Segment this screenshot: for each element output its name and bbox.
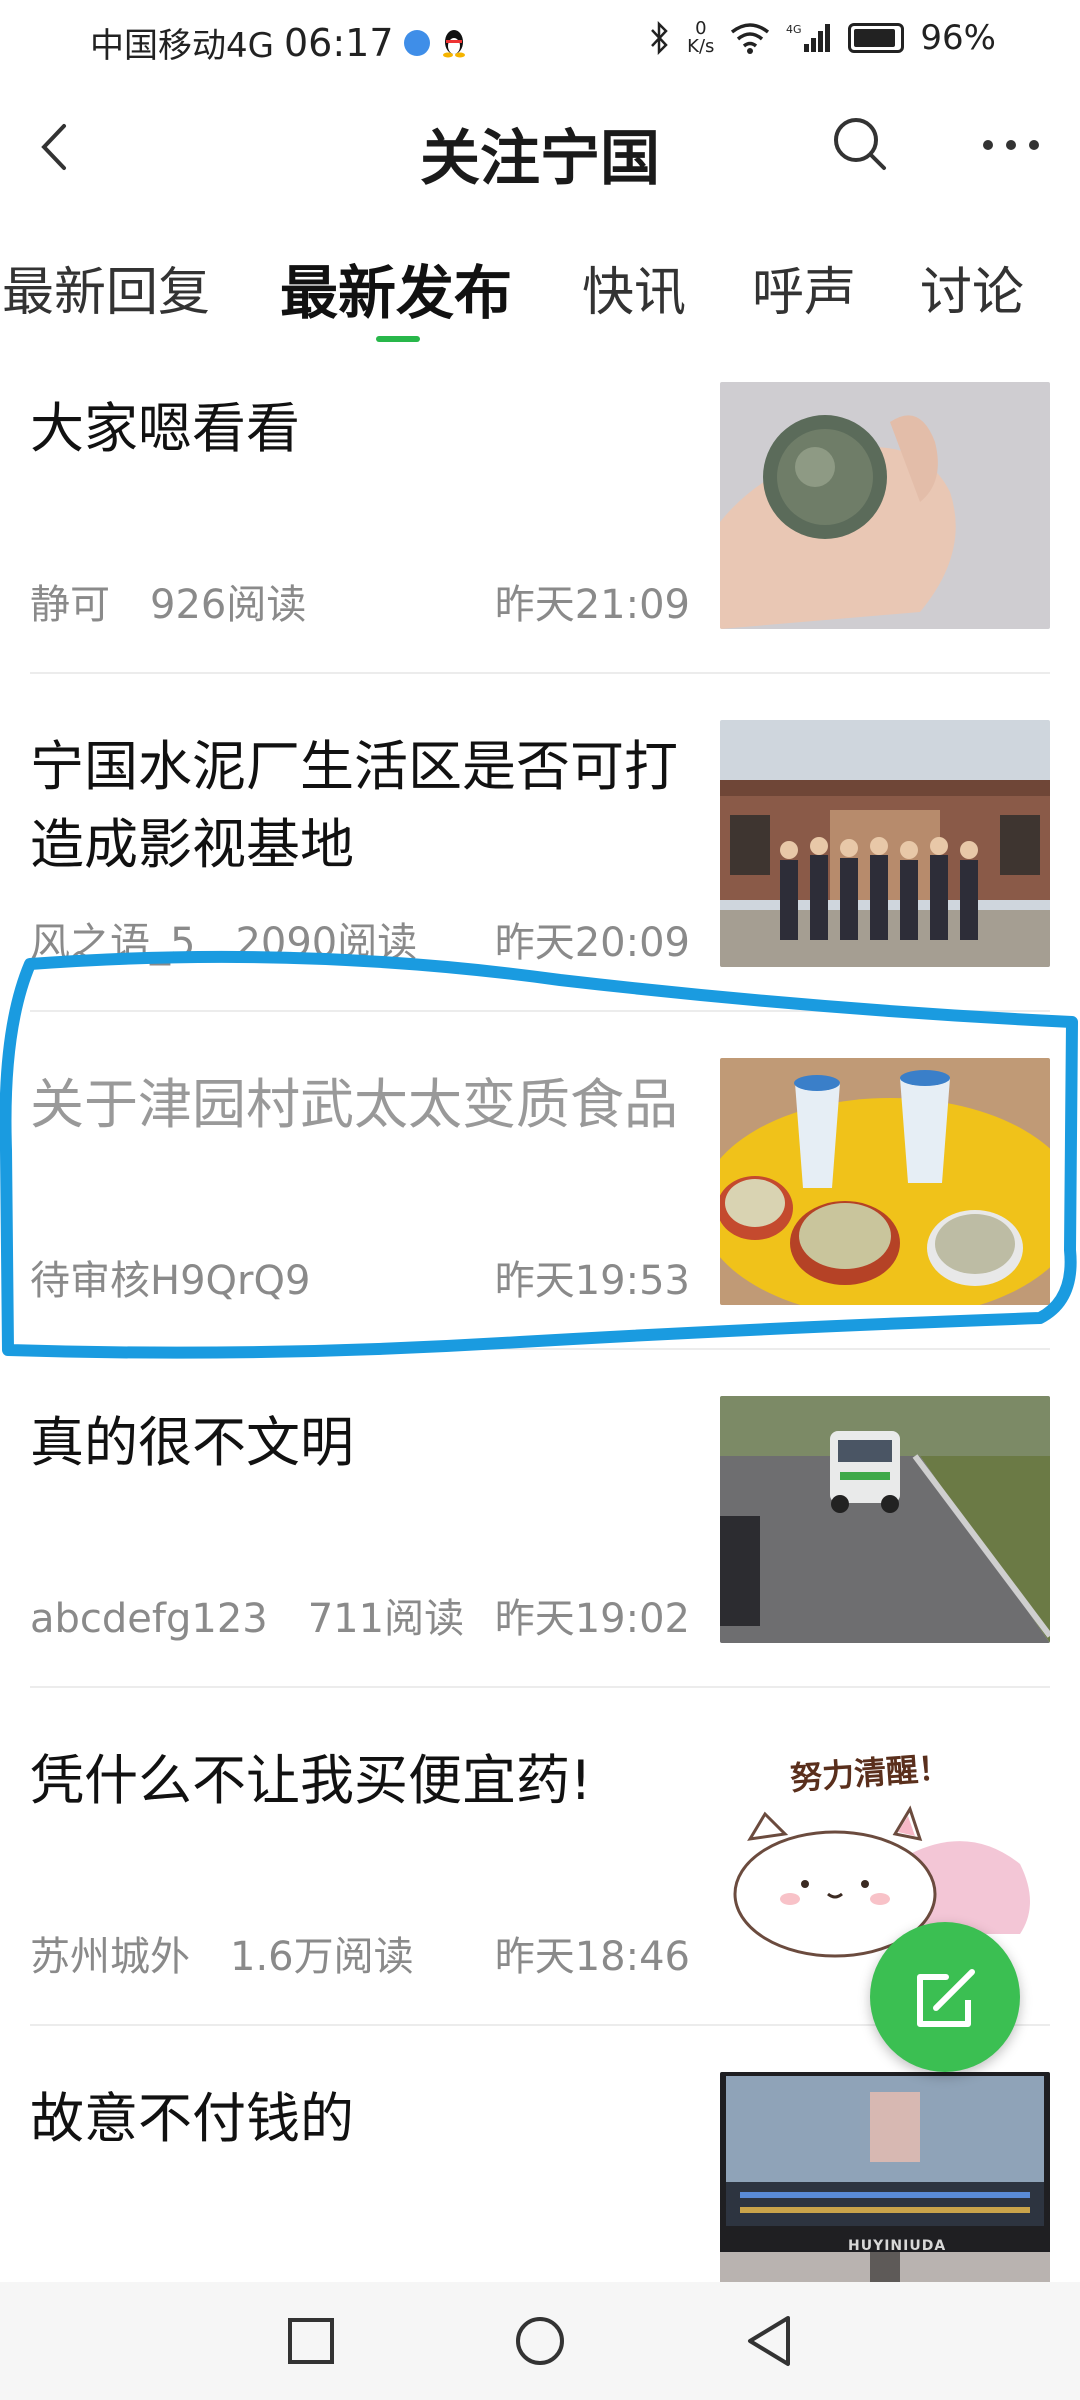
post-meta: 苏州城外 1.6万阅读 昨天18:46 [30,1924,690,1982]
post-thumbnail-coin-in-hand [720,382,1050,629]
battery-level: 96% [920,18,996,58]
post-author: 静可 [30,582,110,628]
tab-news-flash[interactable]: 快讯 [582,250,686,325]
tab-latest-replies[interactable]: 最新回复 [2,250,210,325]
post-title: 凭什么不让我买便宜药! [30,1749,592,1812]
post-item[interactable]: 真的很不文明 abcdefg123 711阅读 昨天19:02 [0,1386,1080,1723]
post-item[interactable]: 关于津园村武太太变质食品 待审核H9QrQ9 昨天19:53 [0,1048,1080,1385]
app-notification-icon [403,29,430,56]
more-icon[interactable] [976,110,1046,180]
post-title: 真的很不文明 [30,1411,354,1474]
post-meta: abcdefg123 711阅读 昨天19:02 [30,1586,690,1644]
post-title: 故意不付钱的 [30,2087,354,2150]
nav-back-icon[interactable] [734,2306,804,2376]
recent-apps-icon[interactable] [276,2306,346,2376]
battery-icon [848,23,905,53]
post-author: 风之语_5 [30,920,196,966]
post-meta: 待审核H9QrQ9 昨天19:53 [30,1248,690,1306]
home-icon[interactable] [505,2306,575,2376]
post-title: 关于津园村武太太变质食品 [30,1073,678,1136]
post-reads: 926阅读 [150,582,307,628]
tab-latest-posts[interactable]: 最新发布 [280,246,512,330]
wifi-icon [731,23,770,54]
top-bar: 关注宁国 [0,90,1080,210]
post-title: 大家嗯看看 [30,397,300,460]
post-time: 昨天18:46 [494,1934,690,1980]
monitor-brand-label: HUYINIUDA [848,2238,947,2254]
post-author: 待审核H9QrQ9 [30,1258,311,1304]
net-speed: 0 K/s [687,20,714,56]
post-author: abcdefg123 [30,1596,268,1642]
post-author: 苏州城外 [30,1934,190,1980]
search-icon[interactable] [826,110,896,180]
divider [30,1348,1050,1350]
net-speed-unit: K/s [687,36,715,57]
post-thumbnail-group-photo [720,720,1050,967]
post-item[interactable]: 大家嗯看看 静可 926阅读 昨天21:09 [0,372,1080,709]
signal-4g-icon: 4G [786,23,831,52]
post-reads: 1.6万阅读 [230,1934,414,1980]
post-meta: 静可 926阅读 昨天21:09 [30,572,690,630]
post-item[interactable]: 宁国水泥厂生活区是否可打造成影视基地 风之语_5 2090阅读 昨天20:09 [0,710,1080,1047]
post-time: 昨天20:09 [494,920,690,966]
post-title: 宁国水泥厂生活区是否可打造成影视基地 [30,735,678,876]
bluetooth-icon [651,21,668,55]
svg-text:4G: 4G [786,23,802,36]
carrier-label: 中国移动4G [90,26,274,66]
divider [30,1686,1050,1688]
post-thumbnail-parked-car [720,1396,1050,1643]
page-title: 关注宁国 [420,124,660,194]
post-time: 昨天21:09 [494,582,690,628]
qq-penguin-icon [442,29,465,57]
tab-voices[interactable]: 呼声 [752,250,856,325]
clock: 06:17 [283,20,394,65]
post-time: 昨天19:53 [494,1258,690,1304]
post-thumbnail-food [720,1058,1050,1305]
edit-icon [917,1969,975,2027]
post-time: 昨天19:02 [494,1596,690,1642]
post-meta: 风之语_5 2090阅读 昨天20:09 [30,910,690,968]
tab-bar: 最新回复 最新发布 快讯 呼声 讨论 [0,240,1080,350]
divider [30,1010,1050,1012]
system-nav-bar [0,2282,1080,2400]
active-tab-indicator [376,336,420,342]
post-reads: 2090阅读 [235,920,418,966]
status-bar: 中国移动4G 06:17 0 K/s 4G 96% [0,0,1080,80]
post-reads: 711阅读 [307,1596,465,1642]
divider [30,672,1050,674]
tab-discussion[interactable]: 讨论 [920,250,1024,325]
compose-post-button[interactable] [870,1922,1020,2072]
